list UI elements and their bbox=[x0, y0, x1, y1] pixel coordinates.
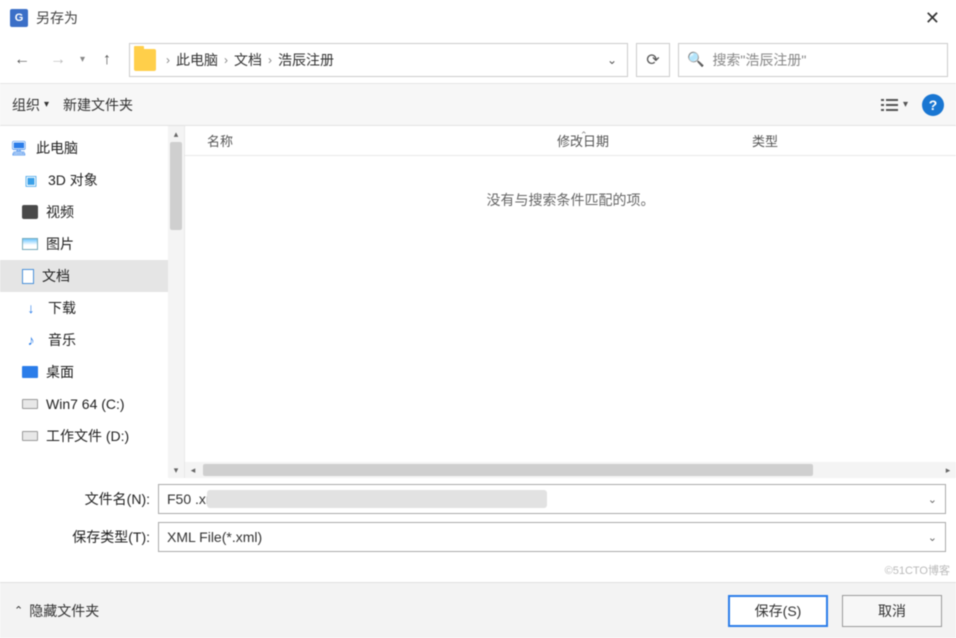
folder-icon bbox=[134, 49, 156, 71]
filetype-value: XML File(*.xml) bbox=[167, 529, 262, 545]
horizontal-scrollbar[interactable]: ◂ ▸ bbox=[185, 462, 956, 478]
scroll-thumb[interactable] bbox=[170, 142, 182, 230]
cube-icon: ▣ bbox=[22, 171, 40, 189]
sort-indicator-icon: ⌃ bbox=[580, 130, 588, 141]
view-icon bbox=[881, 98, 899, 112]
column-name[interactable]: 名称 bbox=[207, 131, 557, 150]
tree-item-desk[interactable]: 桌面 bbox=[0, 356, 184, 388]
watermark: ©51CTO博客 bbox=[885, 562, 950, 578]
column-headers: ⌃ 名称 修改日期 类型 bbox=[185, 126, 956, 156]
app-icon: G bbox=[10, 9, 28, 27]
music-icon: ♪ bbox=[22, 331, 40, 349]
scroll-right-button[interactable]: ▸ bbox=[940, 465, 956, 476]
tree-item-label: 下载 bbox=[48, 298, 76, 318]
chevron-right-icon: › bbox=[264, 53, 276, 67]
drive-icon bbox=[22, 431, 38, 441]
save-button[interactable]: 保存(S) bbox=[728, 595, 828, 627]
breadcrumb-item[interactable]: 文档 bbox=[232, 50, 264, 70]
chevron-down-icon[interactable]: ⌄ bbox=[928, 531, 937, 544]
tree-item-music[interactable]: ♪ 音乐 bbox=[0, 324, 184, 356]
organize-button[interactable]: 组织 ▾ bbox=[12, 95, 49, 115]
dialog-body: 🖥 此电脑 ▣ 3D 对象视频图片文档↓ 下载 ♪ 音乐桌面 Win7 64 (C:) 工作文件… bbox=[0, 126, 956, 478]
tree-item-cube[interactable]: ▣ 3D 对象 bbox=[0, 164, 184, 196]
tree-item-label: 音乐 bbox=[48, 330, 76, 350]
search-placeholder: 搜索"浩辰注册" bbox=[712, 50, 806, 70]
chevron-down-icon: ▾ bbox=[44, 99, 49, 110]
tree-item-label: 视频 bbox=[46, 202, 74, 222]
scroll-down-button[interactable]: ▾ bbox=[168, 462, 184, 478]
filename-label: 文件名(N): bbox=[10, 489, 150, 509]
tree-item-img[interactable]: 图片 bbox=[0, 228, 184, 260]
view-button[interactable]: ▾ bbox=[881, 98, 908, 112]
forward-button[interactable]: → bbox=[44, 46, 72, 74]
tree-item-label: 工作文件 (D:) bbox=[46, 426, 129, 446]
drive-icon bbox=[22, 399, 38, 409]
footer: ⌃ 隐藏文件夹 保存(S) 取消 bbox=[0, 582, 956, 638]
address-bar[interactable]: › 此电脑 › 文档 › 浩辰注册 ⌄ bbox=[129, 43, 628, 77]
tree-item-label: 3D 对象 bbox=[48, 170, 98, 190]
search-icon: 🔍 bbox=[687, 51, 704, 68]
chevron-up-icon: ⌃ bbox=[14, 604, 23, 617]
back-button[interactable]: ← bbox=[8, 46, 36, 74]
filetype-label: 保存类型(T): bbox=[10, 527, 150, 547]
window-title: 另存为 bbox=[36, 8, 919, 28]
hide-folders-toggle[interactable]: ⌃ 隐藏文件夹 bbox=[14, 601, 99, 621]
nav-row: ← → ▾ ↑ › 此电脑 › 文档 › 浩辰注册 ⌄ ⟳ 🔍 搜索"浩辰注册" bbox=[0, 36, 956, 84]
sidebar: 🖥 此电脑 ▣ 3D 对象视频图片文档↓ 下载 ♪ 音乐桌面 Win7 64 (C:) 工作文件… bbox=[0, 126, 185, 478]
filename-value: F50 .xml bbox=[167, 491, 221, 507]
help-button[interactable]: ? bbox=[922, 94, 944, 116]
cancel-button[interactable]: 取消 bbox=[842, 595, 942, 627]
tree-item-doc[interactable]: 文档 bbox=[0, 260, 184, 292]
doc-icon bbox=[22, 269, 34, 284]
new-folder-button[interactable]: 新建文件夹 bbox=[63, 95, 133, 115]
img-icon bbox=[22, 238, 38, 250]
scroll-up-button[interactable]: ▴ bbox=[168, 126, 184, 142]
video-icon bbox=[22, 205, 38, 219]
sidebar-scrollbar[interactable]: ▴ ▾ bbox=[168, 126, 184, 478]
tree-item-label: 图片 bbox=[46, 234, 74, 254]
filename-input[interactable]: F50 .xml ⌄ bbox=[158, 484, 946, 514]
chevron-right-icon: › bbox=[220, 53, 232, 67]
scroll-thumb[interactable] bbox=[203, 464, 813, 476]
chevron-down-icon[interactable]: ⌄ bbox=[928, 493, 937, 506]
tree-item-pc[interactable]: 🖥 此电脑 bbox=[0, 132, 184, 164]
desk-icon bbox=[22, 366, 38, 378]
chevron-down-icon: ▾ bbox=[903, 99, 908, 110]
file-list-pane: ⌃ 名称 修改日期 类型 没有与搜索条件匹配的项。 ◂ ▸ bbox=[185, 126, 956, 478]
address-dropdown[interactable]: ⌄ bbox=[601, 53, 623, 67]
close-button[interactable]: ✕ bbox=[919, 8, 946, 29]
scroll-left-button[interactable]: ◂ bbox=[185, 465, 201, 476]
recent-dropdown[interactable]: ▾ bbox=[80, 54, 85, 65]
filetype-row: 保存类型(T): XML File(*.xml) ⌄ bbox=[0, 520, 956, 558]
filetype-select[interactable]: XML File(*.xml) ⌄ bbox=[158, 522, 946, 552]
tree-item-label: 桌面 bbox=[46, 362, 74, 382]
title-bar: G 另存为 ✕ bbox=[0, 0, 956, 36]
filename-row: 文件名(N): F50 .xml ⌄ bbox=[0, 478, 956, 520]
column-type[interactable]: 类型 bbox=[752, 131, 956, 150]
tree-item-label: 文档 bbox=[42, 266, 70, 286]
tree-item-drive[interactable]: 工作文件 (D:) bbox=[0, 420, 184, 452]
dl-icon: ↓ bbox=[22, 299, 40, 317]
breadcrumb-item[interactable]: 浩辰注册 bbox=[276, 50, 336, 70]
refresh-button[interactable]: ⟳ bbox=[636, 43, 670, 77]
tree-item-label: 此电脑 bbox=[36, 138, 78, 158]
search-input[interactable]: 🔍 搜索"浩辰注册" bbox=[678, 43, 948, 77]
tree-item-dl[interactable]: ↓ 下载 bbox=[0, 292, 184, 324]
tree-item-video[interactable]: 视频 bbox=[0, 196, 184, 228]
chevron-right-icon: › bbox=[162, 53, 174, 67]
up-button[interactable]: ↑ bbox=[93, 46, 121, 74]
empty-message: 没有与搜索条件匹配的项。 bbox=[185, 156, 956, 462]
pc-icon: 🖥 bbox=[10, 139, 28, 157]
toolbar: 组织 ▾ 新建文件夹 ▾ ? bbox=[0, 84, 956, 126]
breadcrumb-item[interactable]: 此电脑 bbox=[174, 50, 220, 70]
tree-item-drive[interactable]: Win7 64 (C:) bbox=[0, 388, 184, 420]
tree-item-label: Win7 64 (C:) bbox=[46, 396, 125, 412]
